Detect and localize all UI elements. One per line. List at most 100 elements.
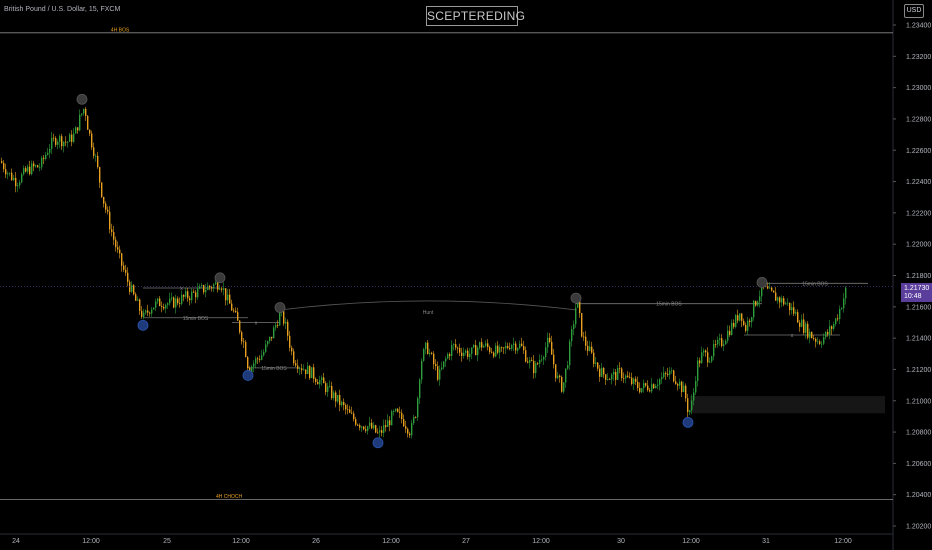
hunt-label: Hunt: [423, 310, 434, 316]
candle-body: [811, 331, 813, 339]
candle-body: [83, 108, 85, 114]
candle-body: [429, 352, 431, 354]
candle-body: [379, 430, 381, 433]
candle-body: [625, 375, 627, 379]
candle-body: [151, 309, 153, 314]
candle-body: [647, 385, 649, 391]
candle-body: [729, 330, 731, 335]
candle-body: [25, 168, 27, 172]
candle-body: [603, 367, 605, 375]
candle-body: [175, 298, 177, 308]
candle-body: [751, 317, 753, 323]
candle-body: [475, 345, 477, 356]
candle-body: [57, 141, 59, 145]
x-tick-label: 26: [312, 538, 320, 545]
y-tick-label: 1.22800: [906, 116, 931, 123]
candle-body: [53, 137, 55, 139]
candle-body: [147, 310, 149, 313]
candle-body: [451, 345, 453, 356]
candle-body: [183, 294, 185, 297]
candle-body: [167, 303, 169, 305]
candle-body: [375, 425, 377, 433]
candle-body: [743, 320, 745, 325]
y-tick-label: 1.21000: [906, 398, 931, 405]
candle-body: [525, 350, 527, 362]
candle-body: [391, 411, 393, 426]
candle-body: [457, 347, 459, 349]
candle-body: [805, 323, 807, 333]
candle-body: [15, 177, 17, 187]
y-tick-label: 1.23000: [906, 85, 931, 92]
candle-body: [733, 323, 735, 327]
candle-body: [529, 359, 531, 363]
candle-body: [655, 385, 657, 389]
candle-body: [189, 298, 191, 301]
candle-body: [781, 298, 783, 303]
x-tick-label: 12:00: [382, 538, 400, 545]
candle-body: [775, 292, 777, 301]
candle-body: [557, 375, 559, 379]
candle-body: [277, 325, 279, 326]
candle-body: [477, 347, 479, 356]
candle-body: [675, 381, 677, 385]
candle-body: [225, 288, 227, 301]
candle-body: [99, 167, 101, 183]
candle-body: [651, 384, 653, 392]
candle-body: [49, 148, 51, 153]
candle-body: [815, 338, 817, 342]
candle-body: [431, 352, 433, 354]
candle-body: [401, 412, 403, 420]
candle-body: [769, 287, 771, 289]
candle-body: [679, 381, 681, 386]
candle-body: [753, 300, 755, 318]
chart-canvas[interactable]: 1.23400 1.23200 1.23000 1.22800 1.22600 1.224…: [0, 0, 932, 550]
candle-body: [177, 298, 179, 304]
candle-body: [319, 380, 321, 385]
candle-body: [195, 292, 197, 298]
candle-body: [419, 379, 421, 399]
candle-body: [315, 378, 317, 383]
candle-body: [749, 320, 751, 323]
candle-body: [465, 350, 467, 353]
candle-body: [537, 363, 539, 365]
candle-body: [45, 154, 47, 159]
candle-body: [807, 323, 809, 338]
candle-body: [673, 370, 675, 382]
candle-body: [11, 172, 13, 180]
candle-body: [523, 346, 525, 351]
candle-body: [329, 385, 331, 387]
candle-body: [541, 359, 543, 361]
currency-button[interactable]: USD: [904, 4, 924, 18]
candle-body: [317, 382, 319, 385]
candle-body: [531, 359, 533, 361]
candle-body: [621, 368, 623, 378]
candle-body: [357, 424, 359, 426]
candle-body: [795, 312, 797, 314]
candle-body: [597, 362, 599, 369]
candle-body: [449, 354, 451, 356]
candle-body: [821, 343, 823, 345]
x-tick-label: 12:00: [232, 538, 250, 545]
candle-body: [607, 379, 609, 380]
swing-low-marker: [137, 319, 149, 331]
candle-body: [827, 331, 829, 335]
candle-body: [705, 350, 707, 353]
candle-body: [709, 361, 711, 363]
candle-body: [235, 310, 237, 313]
candle-body: [471, 347, 473, 354]
candle-body: [63, 141, 65, 147]
swing-high-marker: [570, 292, 582, 304]
candle-body: [13, 177, 15, 180]
candle-body: [735, 315, 737, 327]
candle-body: [693, 392, 695, 401]
candle-body: [681, 381, 683, 393]
candle-body: [585, 336, 587, 346]
candle-body: [741, 313, 743, 321]
candle-body: [491, 351, 493, 353]
candle-body: [653, 384, 655, 389]
candle-body: [341, 401, 343, 406]
candle-body: [817, 341, 819, 343]
candle-body: [103, 196, 105, 204]
x-tick-label: 12:00: [834, 538, 852, 545]
swing-high-marker: [756, 277, 768, 288]
